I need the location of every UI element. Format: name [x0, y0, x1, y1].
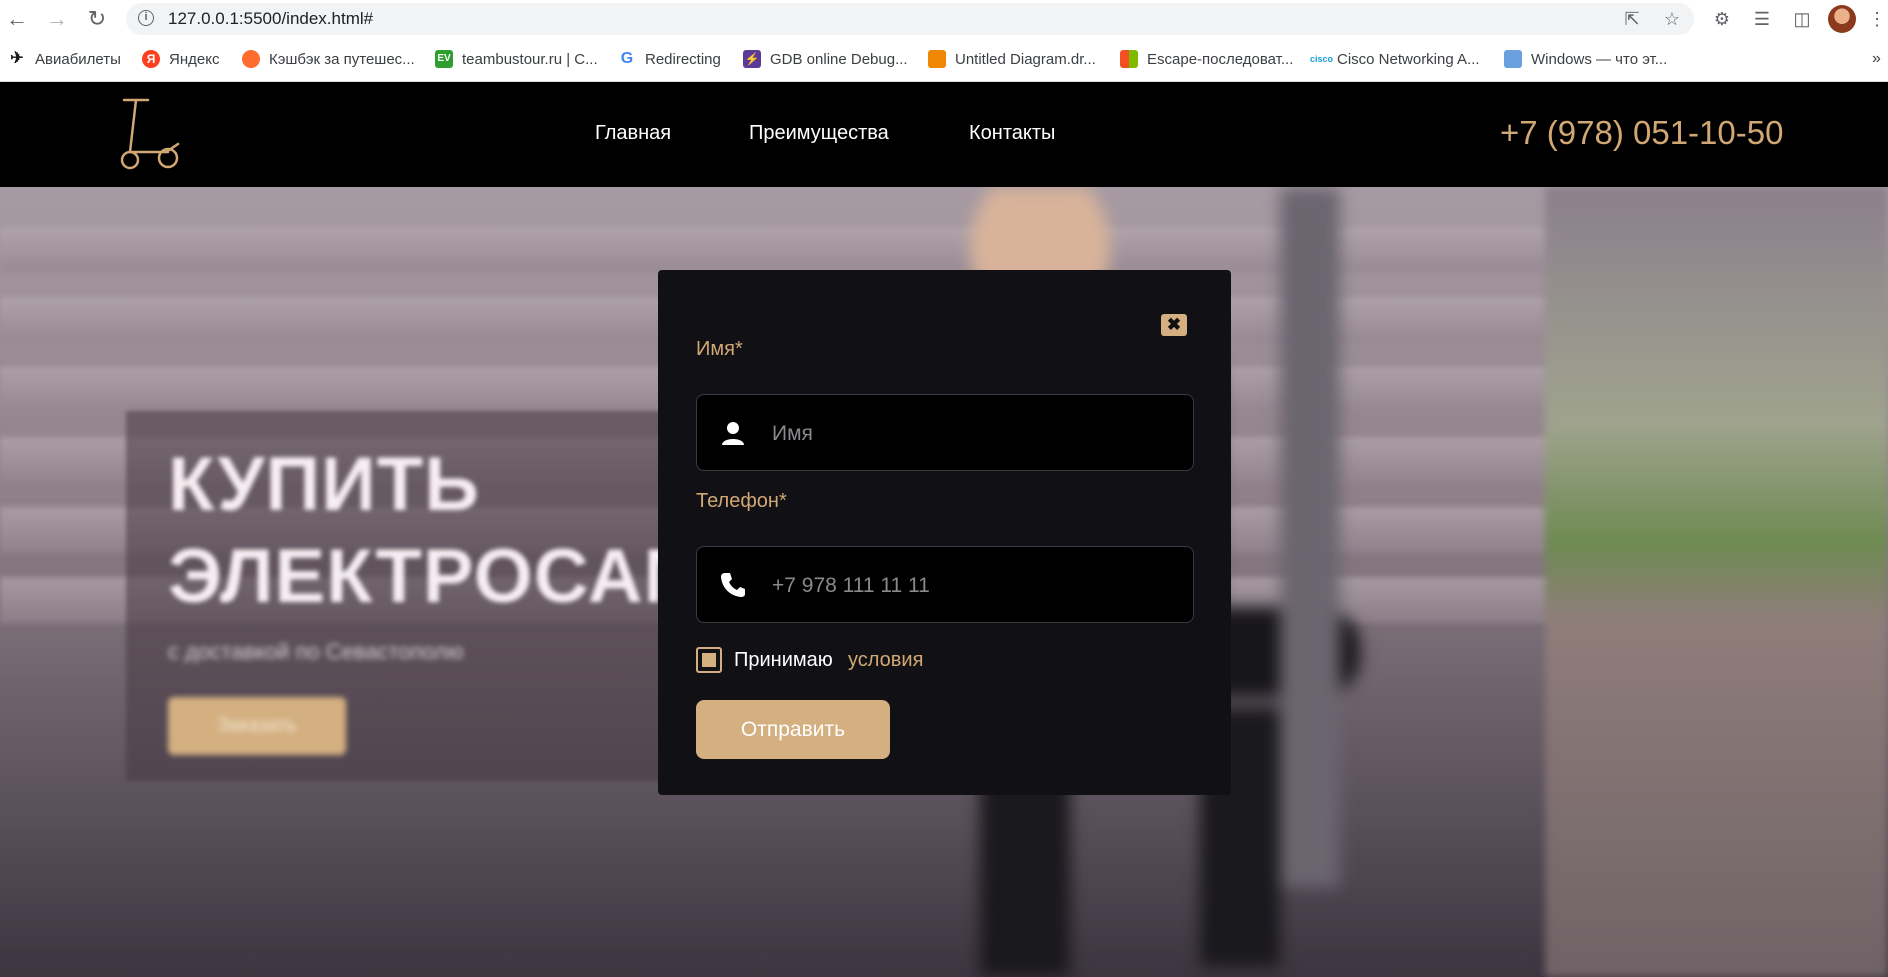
bookmark-label: Cisco Networking A... — [1337, 50, 1480, 68]
bookmark-label: Кэшбэк за путешес... — [269, 50, 415, 68]
phone-input[interactable] — [770, 547, 1174, 624]
bookmark-item[interactable]: Я Яндекс — [142, 46, 219, 72]
hero-title: КУПИТЬ ЭЛЕКТРОСАМ — [168, 442, 708, 619]
bookmark-star-icon[interactable]: ☆ — [1660, 7, 1684, 31]
phone-icon — [721, 573, 745, 597]
address-bar[interactable]: i 127.0.0.1:5500/index.html# ⇱ ☆ — [126, 3, 1694, 35]
bookmark-label: GDB online Debug... — [770, 50, 908, 68]
site-info-icon[interactable]: i — [138, 10, 154, 26]
side-panel-icon[interactable]: ◫ — [1789, 6, 1815, 32]
bookmark-item[interactable]: Windows — что эт... — [1504, 46, 1667, 72]
terms-link[interactable]: условия — [848, 649, 923, 672]
bookmark-label: Escape-последоват... — [1147, 50, 1294, 68]
site-header: Главная Преимущества Контакты +7 (978) 0… — [0, 82, 1888, 187]
bookmark-item[interactable]: EV teambustour.ru | С... — [435, 46, 598, 72]
nav-link-contacts[interactable]: Контакты — [969, 122, 1055, 145]
bookmark-item[interactable]: ⚡ GDB online Debug... — [743, 46, 908, 72]
forward-icon[interactable]: → — [44, 6, 70, 32]
phone-label: Телефон* — [696, 490, 787, 512]
submit-button[interactable]: Отправить — [696, 700, 890, 759]
media-controls-icon[interactable]: ☰ — [1749, 6, 1775, 32]
name-input[interactable] — [770, 395, 1174, 472]
share-icon[interactable]: ⇱ — [1620, 7, 1644, 31]
hero-subtitle: с доставкой по Севастополю — [168, 639, 464, 664]
scooter-logo-icon[interactable] — [118, 92, 184, 172]
terms-checkbox[interactable] — [696, 647, 722, 673]
order-modal: ✖ Имя* Телефон* Принимаю условия Отправи… — [658, 270, 1231, 795]
flask-icon — [1504, 50, 1522, 68]
teambus-icon: EV — [435, 50, 453, 68]
bookmark-item[interactable]: Escape-последоват... — [1120, 46, 1293, 72]
google-icon: G — [620, 50, 634, 67]
name-label: Имя* — [696, 338, 743, 360]
reload-icon[interactable]: ↻ — [84, 6, 110, 32]
browser-toolbar: ← → ↻ i 127.0.0.1:5500/index.html# ⇱ ☆ ⚙… — [0, 0, 1888, 38]
bookmark-label: Redirecting — [645, 50, 721, 68]
menu-icon[interactable]: ⋮ — [1864, 6, 1888, 32]
nav-link-home[interactable]: Главная — [595, 122, 671, 145]
microsoft-icon — [1120, 50, 1138, 68]
bookmark-label: teambustour.ru | С... — [462, 50, 598, 68]
phone-field[interactable] — [696, 546, 1194, 624]
hero-background-garden — [1545, 187, 1888, 977]
nav-link-advantages[interactable]: Преимущества — [749, 122, 889, 145]
order-button[interactable]: Заказать — [168, 697, 346, 755]
yandex-icon: Я — [142, 50, 160, 68]
checkbox-checked-mark — [702, 653, 716, 667]
cashback-icon — [242, 50, 260, 68]
bookmark-label: Untitled Diagram.dr... — [955, 50, 1096, 68]
bookmark-item[interactable]: cisco Cisco Networking A... — [1310, 46, 1480, 72]
bookmarks-overflow-icon[interactable]: » — [1872, 46, 1881, 72]
bookmark-label: Авиабилеты — [35, 50, 121, 68]
bookmark-item[interactable]: ✈ Авиабилеты — [8, 46, 121, 72]
page-viewport: КУПИТЬ ЭЛЕКТРОСАМ с доставкой по Севасто… — [0, 82, 1888, 977]
bookmark-item[interactable]: G Redirecting — [618, 46, 721, 72]
url-text[interactable]: 127.0.0.1:5500/index.html# — [168, 3, 373, 35]
cisco-icon: cisco — [1310, 54, 1334, 64]
bookmark-item[interactable]: Кэшбэк за путешес... — [242, 46, 415, 72]
profile-avatar[interactable] — [1828, 5, 1856, 33]
plane-icon: ✈ — [10, 50, 24, 67]
gdb-icon: ⚡ — [743, 50, 761, 68]
back-icon[interactable]: ← — [4, 6, 30, 32]
extensions-icon[interactable]: ⚙ — [1709, 6, 1735, 32]
bookmark-label: Яндекс — [169, 50, 220, 68]
header-phone[interactable]: +7 (978) 051-10-50 — [1500, 114, 1783, 152]
drawio-icon — [928, 50, 946, 68]
user-icon — [722, 422, 744, 445]
close-icon[interactable]: ✖ — [1161, 314, 1187, 336]
bookmark-label: Windows — что эт... — [1531, 50, 1668, 68]
bookmark-item[interactable]: Untitled Diagram.dr... — [928, 46, 1096, 72]
terms-label: Принимаю — [734, 649, 833, 671]
bookmarks-bar: ✈ Авиабилеты Я Яндекс Кэшбэк за путешес.… — [0, 38, 1888, 82]
name-field[interactable] — [696, 394, 1194, 472]
